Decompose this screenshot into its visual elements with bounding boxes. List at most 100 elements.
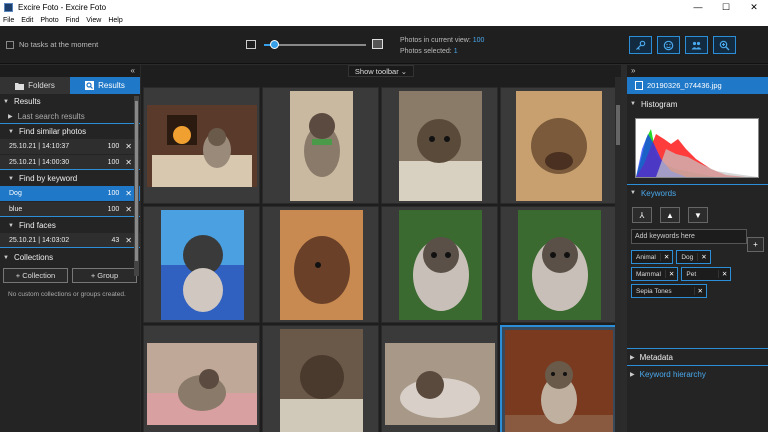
grid-scroll-thumb[interactable]	[616, 105, 620, 145]
list-item[interactable]: 25.10.21 | 14:00:30 100 ✕	[0, 155, 140, 170]
copy-keywords-button[interactable]: ▲	[660, 207, 680, 223]
left-scrollbar[interactable]	[134, 96, 139, 276]
keyword-chip[interactable]: Mammal ✕	[631, 267, 679, 281]
last-search-results[interactable]: ▶ Last search results	[0, 109, 140, 124]
remove-icon[interactable]: ✕	[125, 158, 132, 167]
keyword-search-button[interactable]	[629, 36, 652, 54]
face-search-button[interactable]	[657, 36, 680, 54]
photo-count-info: Photos in current view: 100 Photos selec…	[400, 35, 484, 57]
list-item[interactable]: blue 100 ✕	[0, 202, 140, 217]
chip-remove-icon[interactable]: ✕	[659, 253, 672, 261]
remove-icon[interactable]: ✕	[125, 142, 132, 151]
list-item[interactable]: 25.10.21 | 14:10:37 100 ✕	[0, 139, 140, 154]
collapse-right-icon[interactable]: »	[631, 66, 635, 75]
add-keyword-input[interactable]: Add keywords here	[631, 229, 747, 244]
add-group-button[interactable]: + Group	[72, 268, 137, 283]
collection-buttons: + Collection + Group	[0, 265, 140, 286]
collapse-left-icon[interactable]: «	[131, 66, 135, 75]
list-item[interactable]: 25.10.21 | 14:03:02 43 ✕	[0, 233, 140, 248]
list-item[interactable]: Dog 100 ✕	[0, 186, 140, 201]
remove-icon[interactable]: ✕	[125, 205, 132, 214]
chip-remove-icon[interactable]: ✕	[717, 270, 730, 278]
menu-help[interactable]: Help	[108, 17, 122, 24]
task-status-text: No tasks at the moment	[19, 40, 99, 49]
menu-photo[interactable]: Photo	[40, 17, 58, 24]
photo-cell[interactable]	[381, 87, 498, 204]
keyword-chip[interactable]: Animal ✕	[631, 250, 674, 264]
photo-thumbnail	[280, 210, 363, 320]
photo-thumbnail	[161, 210, 244, 320]
tasks-icon	[6, 40, 14, 49]
show-toolbar-button[interactable]: Show toolbar ⌄	[348, 65, 414, 77]
people-search-button[interactable]	[685, 36, 708, 54]
menu-find[interactable]: Find	[66, 17, 80, 24]
large-thumbnail-icon[interactable]	[372, 39, 383, 49]
auto-keyword-button[interactable]: ⅄	[632, 207, 652, 223]
find-keyword-header[interactable]: ▼ Find by keyword	[0, 171, 140, 186]
photo-cell[interactable]	[143, 87, 260, 204]
tab-folders[interactable]: Folders	[0, 77, 70, 94]
copy-icon: ▲	[666, 210, 674, 220]
photo-cell[interactable]	[381, 206, 498, 323]
results-search-icon	[85, 81, 95, 90]
find-similar-header[interactable]: ▼ Find similar photos	[0, 124, 140, 139]
expanded-triangle-icon: ▼	[8, 222, 14, 229]
chip-remove-icon[interactable]: ✕	[664, 270, 677, 278]
remove-icon[interactable]: ✕	[125, 236, 132, 245]
photo-cell[interactable]	[500, 87, 617, 204]
photo-cell-selected[interactable]	[500, 325, 617, 432]
keyword-hierarchy-header[interactable]: ▶ Keyword hierarchy	[627, 366, 768, 382]
expanded-triangle-icon: ▼	[8, 175, 14, 182]
photo-thumbnail	[385, 343, 495, 425]
key-icon	[636, 40, 646, 50]
photo-cell[interactable]	[381, 325, 498, 432]
photos-selected-label: Photos selected:	[400, 48, 452, 55]
collections-header[interactable]: ▼ Collections	[0, 250, 140, 265]
tab-results[interactable]: Results	[70, 77, 140, 94]
close-button[interactable]: ✕	[740, 0, 768, 14]
photo-thumbnail	[147, 105, 257, 187]
left-scroll-thumb[interactable]	[135, 101, 138, 261]
photo-cell[interactable]	[262, 87, 379, 204]
add-keyword-button[interactable]: +	[747, 237, 764, 252]
small-thumbnail-icon[interactable]	[246, 40, 256, 49]
maximize-button[interactable]: ☐	[712, 0, 740, 14]
image-file-icon	[635, 81, 643, 90]
thumbnail-size-slider[interactable]	[264, 40, 366, 49]
zoom-search-button[interactable]	[713, 36, 736, 54]
chip-remove-icon[interactable]: ✕	[693, 287, 706, 295]
metadata-label: Metadata	[639, 352, 673, 362]
keywords-header[interactable]: ▼ Keywords	[627, 185, 768, 201]
find-faces-header[interactable]: ▼ Find faces	[0, 218, 140, 233]
app-icon	[4, 2, 13, 12]
minimize-button[interactable]: —	[684, 0, 712, 14]
photo-cell[interactable]	[262, 206, 379, 323]
keyword-chip[interactable]: Dog ✕	[676, 250, 711, 264]
collapsed-triangle-icon: ▶	[8, 113, 13, 120]
menu-edit[interactable]: Edit	[21, 17, 33, 24]
menu-view[interactable]: View	[86, 17, 101, 24]
keyword-chip[interactable]: Sepia Tones ✕	[631, 284, 707, 298]
left-panel: « Folders Results ▼ Results ▶ Last search …	[0, 65, 140, 432]
photo-cell[interactable]	[143, 325, 260, 432]
photo-cell[interactable]	[143, 206, 260, 323]
photo-cell[interactable]	[262, 325, 379, 432]
chip-label: Mammal	[636, 270, 661, 278]
grid-scrollbar[interactable]	[615, 77, 621, 432]
keyword-chip[interactable]: Pet ✕	[681, 267, 732, 281]
add-collection-button[interactable]: + Collection	[3, 268, 68, 283]
paste-keywords-button[interactable]: ▼	[688, 207, 708, 223]
find-keyword-label: Find by keyword	[18, 174, 78, 183]
row-keyword: blue	[9, 205, 23, 213]
remove-icon[interactable]: ✕	[125, 189, 132, 198]
metadata-header[interactable]: ▶ Metadata	[627, 349, 768, 365]
chip-label: Sepia Tones	[636, 287, 672, 295]
expanded-triangle-icon: ▼	[8, 128, 14, 135]
photo-cell[interactable]	[500, 206, 617, 323]
row-count: 100	[107, 158, 120, 166]
menu-file[interactable]: File	[3, 17, 14, 24]
results-section-header[interactable]: ▼ Results	[0, 94, 140, 109]
histogram-header[interactable]: ▼ Histogram	[627, 96, 768, 112]
chip-remove-icon[interactable]: ✕	[697, 253, 709, 261]
slider-handle[interactable]	[270, 40, 280, 49]
